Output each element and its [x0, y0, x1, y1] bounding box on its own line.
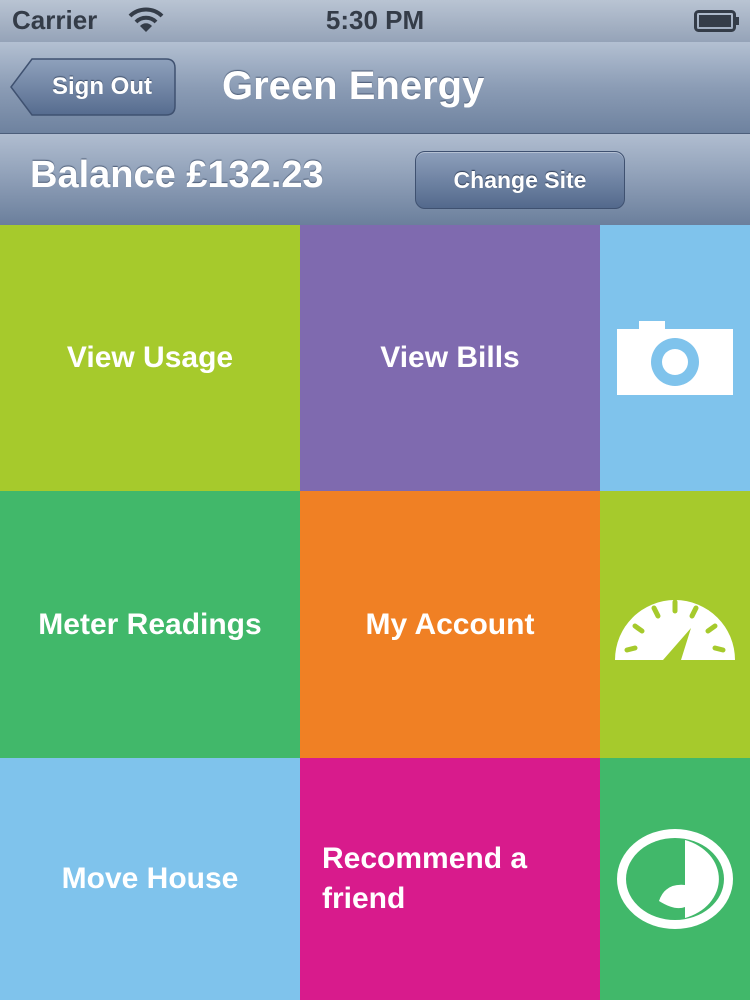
balance-amount: Balance £132.23 — [30, 154, 324, 196]
navigation-bar: Sign Out Green Energy — [0, 42, 750, 134]
sign-out-label: Sign Out — [52, 73, 152, 100]
balance-bar: Balance £132.23 Change Site — [0, 134, 750, 225]
logo-tile[interactable] — [600, 758, 750, 1000]
recommend-friend-tile[interactable]: Recommend a friend — [300, 758, 600, 1000]
view-usage-label: View Usage — [66, 341, 234, 374]
recommend-friend-label: Recommend a friend — [322, 842, 528, 915]
my-account-tile[interactable]: My Account — [300, 491, 600, 758]
move-house-label: Move House — [61, 862, 239, 895]
battery-icon — [694, 10, 740, 32]
move-house-tile[interactable]: Move House — [0, 758, 300, 1000]
view-bills-tile[interactable]: View Bills — [300, 225, 600, 491]
camera-tile[interactable] — [600, 225, 750, 491]
meter-readings-label: Meter Readings — [38, 607, 262, 641]
page-title: Green Energy — [222, 64, 485, 108]
status-time: 5:30 PM — [325, 5, 425, 35]
status-bar: Carrier 5:30 PM — [0, 0, 750, 42]
sign-out-button[interactable]: Sign Out — [10, 58, 176, 116]
meter-readings-tile[interactable]: Meter Readings — [0, 491, 300, 758]
change-site-button[interactable]: Change Site — [415, 151, 625, 209]
view-usage-tile[interactable]: View Usage — [0, 225, 300, 491]
gauge-icon — [613, 588, 737, 662]
view-bills-label: View Bills — [380, 341, 520, 374]
logo-icon — [615, 827, 735, 931]
my-account-label: My Account — [365, 607, 535, 641]
gauge-tile[interactable] — [600, 491, 750, 758]
camera-icon — [617, 321, 733, 395]
